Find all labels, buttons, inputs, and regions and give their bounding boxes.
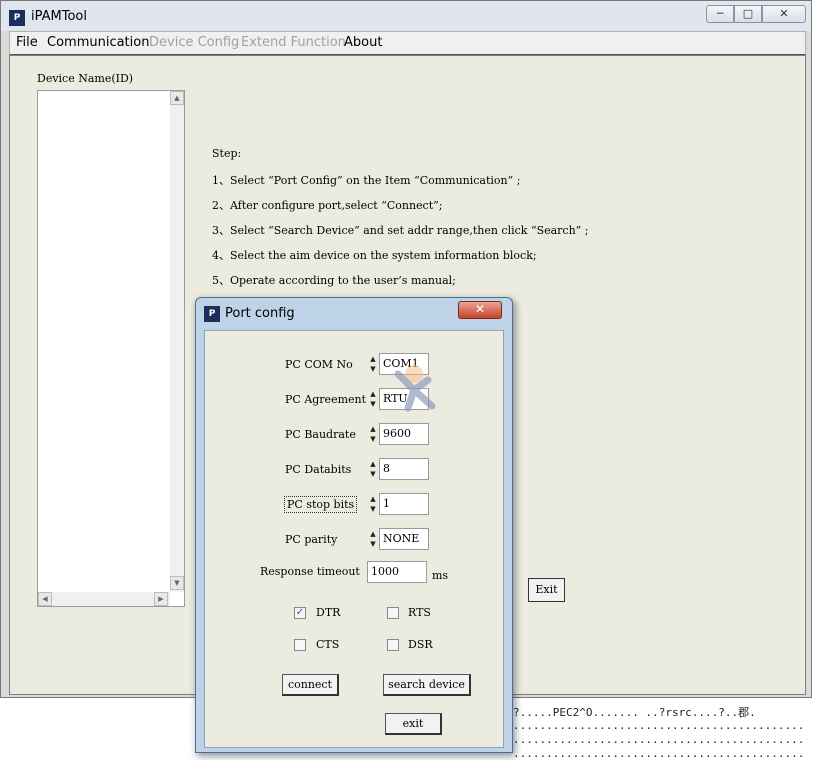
parity-field[interactable]: NONE xyxy=(379,528,429,550)
stopbits-field[interactable]: 1 xyxy=(379,493,429,515)
spin-down-icon[interactable]: ▼ xyxy=(369,504,377,514)
horizontal-scrollbar[interactable]: ◀ ▶ xyxy=(38,592,170,606)
spin-down-icon[interactable]: ▼ xyxy=(369,364,377,374)
agreement-label: PC Agreement xyxy=(285,393,367,406)
maximize-button[interactable]: □ xyxy=(734,5,762,23)
dialog-close-button[interactable]: ✕ xyxy=(458,301,502,319)
search-device-button[interactable]: search device xyxy=(383,674,471,696)
window-title: iPAMTool xyxy=(31,9,87,24)
agreement-spinner[interactable]: ▲ ▼ xyxy=(369,389,377,409)
busy-cursor-icon xyxy=(394,365,436,412)
com-spinner[interactable]: ▲ ▼ xyxy=(369,354,377,374)
background-text-line: ........................................… xyxy=(513,733,805,746)
title-bar[interactable]: P iPAMTool ─ □ ✕ xyxy=(1,1,811,31)
timeout-unit: ms xyxy=(432,569,449,582)
spin-up-icon[interactable]: ▲ xyxy=(369,494,377,504)
dialog-title: Port config xyxy=(225,306,295,321)
databits-field[interactable]: 8 xyxy=(379,458,429,480)
menu-device-config[interactable]: Device Config xyxy=(149,35,239,50)
spin-up-icon[interactable]: ▲ xyxy=(369,424,377,434)
databits-spinner[interactable]: ▲ ▼ xyxy=(369,459,377,479)
com-label: PC COM No xyxy=(285,358,353,371)
spin-up-icon[interactable]: ▲ xyxy=(369,389,377,399)
spin-up-icon[interactable]: ▲ xyxy=(369,354,377,364)
timeout-label: Response timeout xyxy=(260,565,360,578)
baudrate-label: PC Baudrate xyxy=(285,428,356,441)
spin-down-icon[interactable]: ▼ xyxy=(369,434,377,444)
menu-extend-function[interactable]: Extend Function xyxy=(241,35,346,50)
rts-checkbox[interactable] xyxy=(387,607,399,619)
scroll-right-icon[interactable]: ▶ xyxy=(154,592,168,606)
step-item: 5、Operate according to the user’s manual… xyxy=(212,274,456,287)
device-list[interactable]: ▲ ▼ ◀ ▶ xyxy=(37,90,185,607)
vertical-scrollbar[interactable]: ▲ ▼ xyxy=(170,91,184,592)
cts-label: CTS xyxy=(316,638,340,651)
baudrate-field[interactable]: 9600 xyxy=(379,423,429,445)
step-item: 1、Select “Port Config” on the Item “Comm… xyxy=(212,174,521,187)
scroll-left-icon[interactable]: ◀ xyxy=(38,592,52,606)
dtr-checkbox[interactable]: ✓ xyxy=(294,607,306,619)
dialog-body: PC COM No ▲ ▼ COM1 PC Agreement ▲ ▼ RTU PC… xyxy=(204,330,504,748)
menu-about[interactable]: About xyxy=(344,35,382,50)
scroll-up-icon[interactable]: ▲ xyxy=(170,91,184,105)
dtr-label: DTR xyxy=(316,606,341,619)
parity-label: PC parity xyxy=(285,533,338,546)
dialog-app-icon: P xyxy=(204,306,220,322)
stopbits-spinner[interactable]: ▲ ▼ xyxy=(369,494,377,514)
minimize-button[interactable]: ─ xyxy=(706,5,734,23)
parity-spinner[interactable]: ▲ ▼ xyxy=(369,529,377,549)
step-item: 4、Select the aim device on the system in… xyxy=(212,249,537,262)
dsr-label: DSR xyxy=(408,638,433,651)
step-item: 2、After configure port,select “Connect”; xyxy=(212,199,443,212)
scroll-down-icon[interactable]: ▼ xyxy=(170,576,184,590)
menu-bar: File Communication Device Config Extend … xyxy=(9,31,806,55)
menu-file[interactable]: File xyxy=(16,35,38,50)
databits-label: PC Databits xyxy=(285,463,352,476)
spin-down-icon[interactable]: ▼ xyxy=(369,539,377,549)
background-text-line: ........................................… xyxy=(513,747,805,760)
rts-label: RTS xyxy=(408,606,431,619)
background-text-line: ?.....PEC2^O....... ..?rsrc....?..郡. xyxy=(513,706,756,719)
spin-up-icon[interactable]: ▲ xyxy=(369,529,377,539)
baudrate-spinner[interactable]: ▲ ▼ xyxy=(369,424,377,444)
exit-button[interactable]: Exit xyxy=(528,578,565,602)
port-config-dialog: P Port config ✕ PC COM No ▲ ▼ COM1 PC Agr… xyxy=(195,297,513,753)
timeout-field[interactable]: 1000 xyxy=(367,561,427,583)
device-name-label: Device Name(ID) xyxy=(37,72,134,85)
dialog-exit-button[interactable]: exit xyxy=(385,713,442,735)
step-item: 3、Select “Search Device” and set addr ra… xyxy=(212,224,589,237)
spin-up-icon[interactable]: ▲ xyxy=(369,459,377,469)
spin-down-icon[interactable]: ▼ xyxy=(369,399,377,409)
step-heading: Step: xyxy=(212,147,242,160)
cts-checkbox[interactable] xyxy=(294,639,306,651)
background-text-line: ........................................… xyxy=(513,719,805,732)
dsr-checkbox[interactable] xyxy=(387,639,399,651)
close-button[interactable]: ✕ xyxy=(762,5,806,23)
menu-communication[interactable]: Communication xyxy=(47,35,149,50)
connect-button[interactable]: connect xyxy=(282,674,339,696)
stopbits-label: PC stop bits xyxy=(284,496,358,513)
app-icon[interactable]: P xyxy=(9,10,25,26)
spin-down-icon[interactable]: ▼ xyxy=(369,469,377,479)
